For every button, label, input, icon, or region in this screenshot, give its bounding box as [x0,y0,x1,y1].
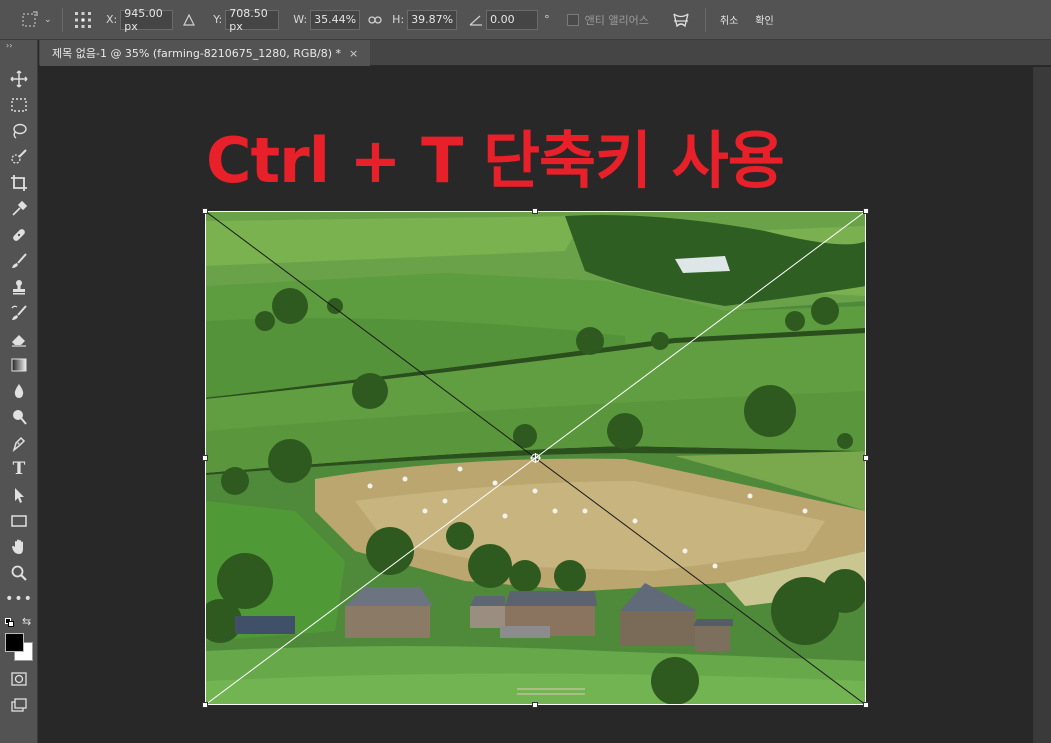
chevron-down-icon[interactable]: ⌄ [44,15,52,25]
type-tool-icon[interactable]: T [8,458,30,480]
eraser-tool-icon[interactable] [8,328,30,350]
link-icon[interactable] [368,15,382,25]
document-tab-title: 제목 없음-1 @ 35% (farming-8210675_1280, RGB… [52,47,341,60]
x-position-field[interactable]: 945.00 px [120,7,174,33]
move-tool-icon[interactable] [8,68,30,90]
anti-alias-checkbox[interactable] [566,13,579,26]
rotation-field[interactable]: 0.00 [486,9,539,30]
clone-stamp-tool-icon[interactable] [8,276,30,298]
photoshop-window: ⌄ X: 945.00 px Y: 708.50 px W: 35.44% H:… [0,0,1051,743]
degree-unit: ° [544,13,550,26]
more-tools-icon[interactable]: ••• [5,588,32,610]
quick-mask-icon[interactable] [8,668,30,690]
cancel-button[interactable]: 취소 [720,12,738,27]
y-label: Y: [213,13,223,26]
height-field[interactable]: 39.87% [407,9,458,30]
healing-brush-tool-icon[interactable] [8,224,30,246]
angle-icon [469,14,483,26]
marquee-tool-icon[interactable] [8,94,30,116]
caption-overlay: Ctrl + T 단축키 사용 [206,124,785,197]
w-label: W: [293,13,308,26]
confirm-button[interactable]: 확인 [755,12,773,27]
transform-mode-icon[interactable] [20,11,38,29]
swap-colors-icon[interactable]: ⇆ [22,615,31,628]
gradient-tool-icon[interactable] [8,354,30,376]
foreground-color-swatch[interactable] [5,633,24,652]
rectangle-tool-icon[interactable] [8,510,30,532]
default-colors-icon[interactable] [5,618,15,628]
eyedropper-tool-icon[interactable] [8,198,30,220]
panel-edge [1033,67,1051,743]
tools-panel: ›› T ••• ⇆ [0,40,38,743]
crop-tool-icon[interactable] [8,172,30,194]
close-icon[interactable]: × [349,47,358,60]
farm-landscape-image[interactable] [205,211,866,705]
collapse-panel-icon[interactable]: ›› [0,40,37,52]
options-bar: ⌄ X: 945.00 px Y: 708.50 px W: 35.44% H:… [0,0,1051,40]
warp-icon[interactable] [671,11,691,29]
lasso-tool-icon[interactable] [8,120,30,142]
path-selection-tool-icon[interactable] [8,484,30,506]
anti-alias-label: 앤티 앨리어스 [584,13,649,27]
history-brush-tool-icon[interactable] [8,302,30,324]
width-field[interactable]: 35.44% [310,9,361,30]
hand-tool-icon[interactable] [8,536,30,558]
h-label: H: [392,13,405,26]
quick-selection-tool-icon[interactable] [8,146,30,168]
y-position-field[interactable]: 708.50 px [225,7,280,33]
x-label: X: [106,13,118,26]
document-tab[interactable]: 제목 없음-1 @ 35% (farming-8210675_1280, RGB… [40,40,370,66]
document-tab-bar: 제목 없음-1 @ 35% (farming-8210675_1280, RGB… [39,40,1051,66]
blur-tool-icon[interactable] [8,380,30,402]
reference-point-icon[interactable] [73,10,93,30]
screen-mode-icon[interactable] [8,694,30,716]
zoom-tool-icon[interactable] [8,562,30,584]
dodge-tool-icon[interactable] [8,406,30,428]
brush-tool-icon[interactable] [8,250,30,272]
delta-icon[interactable] [183,13,196,26]
pen-tool-icon[interactable] [8,432,30,454]
